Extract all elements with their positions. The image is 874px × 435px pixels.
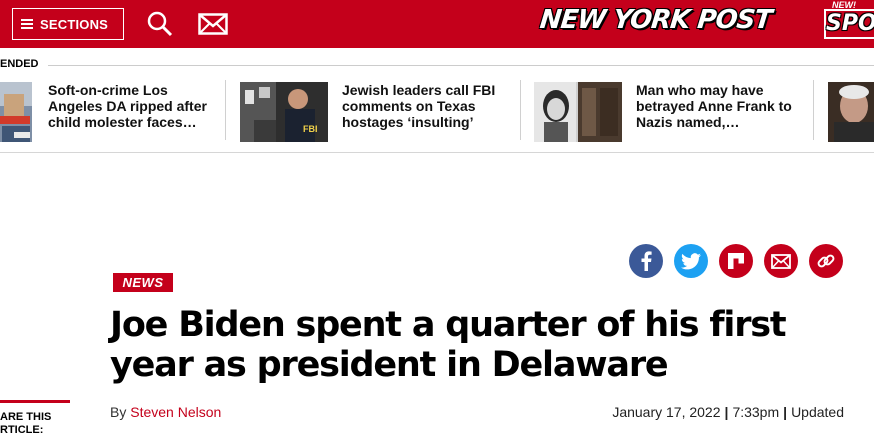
- trending-divider: [225, 80, 226, 140]
- trending-thumbnail: [828, 82, 874, 142]
- promo-word: SPO: [826, 11, 874, 36]
- flipboard-icon: [728, 253, 744, 269]
- share-facebook-button[interactable]: [629, 244, 663, 278]
- separator: |: [783, 404, 788, 420]
- email-newsletter-icon[interactable]: [198, 13, 228, 35]
- link-icon: [817, 254, 835, 268]
- sections-label: SECTIONS: [40, 16, 109, 32]
- share-sidebar-rule: [0, 400, 70, 403]
- updated-label: Updated: [791, 404, 844, 420]
- trending-title: Soft-on-crime Los Angeles DA ripped afte…: [48, 82, 207, 130]
- publish-meta: January 17, 2022 | 7:33pm | Updated: [612, 404, 844, 420]
- promo-new-badge: NEW!: [832, 0, 856, 10]
- share-copy-link-button[interactable]: [809, 244, 843, 278]
- trending-thumbnail: [0, 82, 32, 142]
- trending-thumbnail-2: FBI: [240, 82, 328, 142]
- trending-title: Man who may have betrayed Anne Frank to …: [636, 82, 792, 130]
- byline-prefix: By: [110, 404, 127, 420]
- trending-item-2[interactable]: FBI Jewish leaders call FBI comments on …: [240, 80, 510, 144]
- publish-time: 7:33pm: [732, 404, 780, 420]
- trending-item-3[interactable]: Man who may have betrayed Anne Frank to …: [534, 80, 804, 144]
- site-logo[interactable]: NEW YORK POST: [538, 5, 772, 35]
- sections-menu-button[interactable]: SECTIONS: [12, 8, 124, 40]
- trending-rule: [48, 65, 874, 66]
- share-email-button[interactable]: [764, 244, 798, 278]
- share-sidebar-line1: ARE THIS: [0, 411, 52, 423]
- share-flipboard-button[interactable]: [719, 244, 753, 278]
- trending-bottom-rule: [0, 152, 874, 153]
- trending-thumbnail: [534, 82, 622, 142]
- category-tag[interactable]: NEWS: [113, 273, 173, 292]
- trending-item-1[interactable]: Soft-on-crime Los Angeles DA ripped afte…: [0, 80, 220, 144]
- author-link[interactable]: Steven Nelson: [130, 404, 221, 420]
- trending-item-4[interactable]: [828, 80, 874, 144]
- byline: By Steven Nelson: [110, 404, 221, 420]
- search-icon[interactable]: [147, 11, 173, 37]
- facebook-icon: [641, 251, 652, 271]
- fbi-jacket-text: FBI: [303, 124, 318, 134]
- top-navigation-bar: SECTIONS NEW YORK POST SPO NEW!: [0, 0, 874, 48]
- article-headline: Joe Biden spent a quarter of his first y…: [110, 305, 787, 385]
- trending-label: ENDED: [0, 58, 39, 70]
- share-sidebar-label: ARE THIS RTICLE:: [0, 411, 51, 435]
- email-icon: [771, 253, 791, 269]
- trending-divider: [813, 80, 814, 140]
- share-sidebar-line2: RTICLE:: [0, 424, 44, 435]
- trending-divider: [520, 80, 521, 140]
- separator: |: [724, 404, 729, 420]
- sports-promo-link[interactable]: SPO NEW!: [820, 0, 874, 48]
- share-twitter-button[interactable]: [674, 244, 708, 278]
- trending-title: Jewish leaders call FBI comments on Texa…: [342, 82, 496, 130]
- twitter-icon: [681, 252, 701, 269]
- publish-date: January 17, 2022: [612, 404, 721, 420]
- hamburger-icon: [21, 19, 33, 29]
